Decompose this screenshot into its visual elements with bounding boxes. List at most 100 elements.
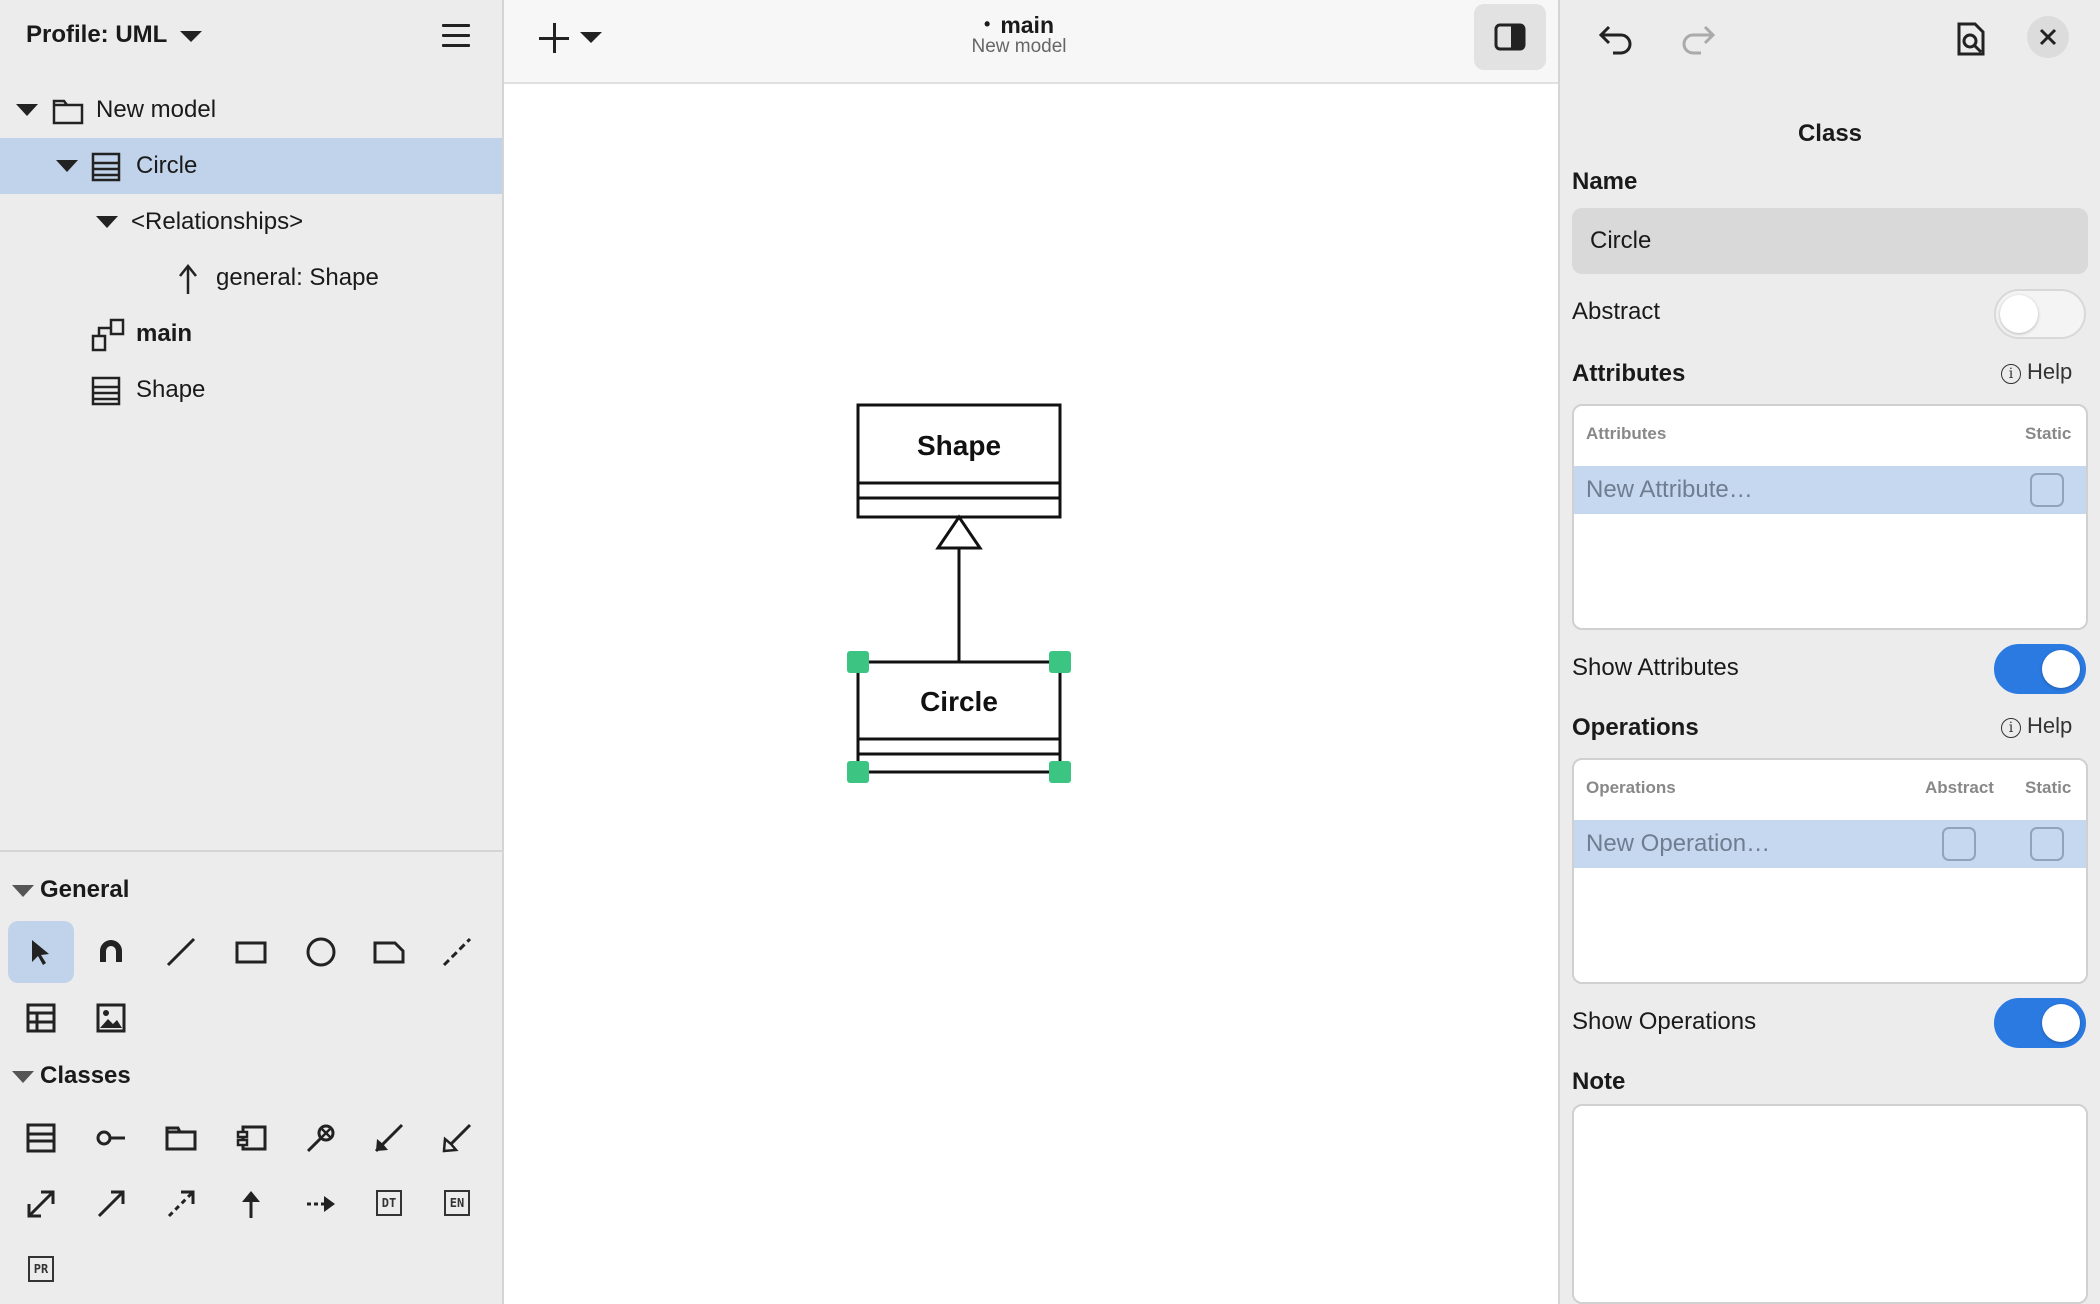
close-button[interactable] (2027, 16, 2069, 58)
new-operation-row[interactable]: New Operation… (1574, 820, 2086, 868)
class-icon (91, 376, 121, 406)
column-header-static: Static (2025, 778, 2072, 797)
package-tool[interactable] (148, 1107, 214, 1169)
comment-tool[interactable] (356, 921, 422, 983)
dependency-tool[interactable] (148, 1173, 214, 1235)
palette-section-classes[interactable]: Classes (12, 1062, 131, 1090)
ellipse-tool[interactable] (288, 921, 354, 983)
show-operations-toggle[interactable] (1994, 998, 2086, 1048)
toggle-properties-panel-button[interactable] (1474, 4, 1546, 70)
chevron-down-icon[interactable] (580, 32, 602, 43)
diagram-canvas[interactable]: Shape Circle (504, 84, 1558, 1304)
static-checkbox[interactable] (2030, 473, 2064, 507)
component-tool[interactable] (218, 1107, 284, 1169)
properties-panel: Class Name Abstract Attributes i Help Att… (1558, 0, 2100, 1304)
directed-association-tool[interactable] (78, 1173, 144, 1235)
arrow-icon (97, 1190, 125, 1218)
data-type-tool[interactable]: DT (356, 1173, 422, 1235)
show-attributes-toggle[interactable] (1994, 644, 2086, 694)
comment-line-tool[interactable] (424, 921, 490, 983)
abstract-toggle[interactable] (1994, 289, 2086, 339)
required-interface-icon (306, 1124, 335, 1153)
folder-icon (52, 99, 84, 125)
tree-label: <Relationships> (131, 208, 304, 235)
info-icon: i (2001, 364, 2021, 384)
redo-button[interactable] (1674, 14, 1724, 64)
resize-handle-top-right[interactable] (1049, 651, 1071, 673)
tree-item-generalization[interactable]: general: Shape (0, 250, 502, 306)
tree-item-circle[interactable]: Circle (0, 138, 502, 194)
diagram-icon (91, 318, 125, 352)
hamburger-menu-icon[interactable] (440, 22, 472, 50)
comment-icon (373, 941, 405, 964)
note-textarea[interactable] (1572, 1104, 2088, 1304)
association-tool[interactable] (8, 1173, 74, 1235)
interface-icon (96, 1130, 125, 1146)
image-icon (96, 1003, 126, 1033)
collapse-caret-icon[interactable] (12, 884, 34, 897)
name-label: Name (1572, 168, 1638, 195)
table-tool[interactable] (8, 987, 74, 1049)
class-name-input[interactable] (1572, 208, 2088, 274)
tree-item-shape[interactable]: Shape (0, 362, 502, 418)
generalization-connector[interactable] (935, 514, 983, 662)
interface-realization-tool[interactable] (288, 1173, 354, 1235)
pointer-arrow-icon (32, 940, 49, 965)
generalization-tool[interactable] (218, 1173, 284, 1235)
model-name: New model (971, 36, 1067, 57)
class-circle[interactable]: Circle (856, 660, 1062, 774)
pointer-tool[interactable] (8, 921, 74, 983)
resize-handle-top-left[interactable] (847, 651, 869, 673)
diagram-canvas-area: • main New model Shape Circle (504, 0, 1558, 1304)
profile-bar: Profile: UML (0, 0, 502, 76)
expand-caret-icon[interactable] (16, 104, 38, 116)
expand-caret-icon[interactable] (96, 216, 118, 228)
attributes-help-link[interactable]: i Help (2001, 359, 2072, 385)
column-header-operations: Operations (1586, 778, 1676, 797)
tree-label: Shape (136, 376, 206, 403)
primitive-type-tool[interactable]: PR (8, 1239, 74, 1301)
class-shape[interactable]: Shape (856, 403, 1062, 519)
aggregation-tool[interactable] (424, 1107, 490, 1169)
undo-button[interactable] (1590, 14, 1640, 64)
image-tool[interactable] (78, 987, 144, 1049)
class-tool[interactable] (8, 1107, 74, 1169)
interface-tool[interactable] (78, 1107, 144, 1169)
tree-item-new-model[interactable]: New model (0, 82, 502, 138)
profile-selector[interactable]: Profile: UML (26, 21, 167, 49)
class-name: Circle (920, 686, 998, 717)
aggregation-icon (442, 1123, 472, 1153)
tree-item-main[interactable]: main (0, 306, 502, 362)
diagram-name: main (1000, 12, 1054, 38)
expand-caret-icon[interactable] (56, 160, 78, 172)
new-attribute-row[interactable]: New Attribute… (1574, 466, 2086, 514)
enumeration-tool[interactable]: EN (424, 1173, 490, 1235)
close-icon (2039, 28, 2057, 46)
collapse-caret-icon[interactable] (12, 1070, 34, 1083)
tree-label: New model (96, 96, 217, 123)
tree-label: main (136, 320, 193, 347)
static-checkbox[interactable] (2030, 827, 2064, 861)
abstract-checkbox[interactable] (1942, 827, 1976, 861)
composition-tool[interactable] (356, 1107, 422, 1169)
new-operation-placeholder[interactable]: New Operation… (1586, 830, 1770, 858)
magnet-tool[interactable] (78, 921, 144, 983)
rectangle-tool[interactable] (218, 921, 284, 983)
tree-label: general: Shape (216, 264, 379, 291)
resize-handle-bottom-left[interactable] (847, 761, 869, 783)
enumeration-icon: EN (444, 1190, 470, 1216)
properties-title: Class (1797, 120, 1863, 147)
operations-help-link[interactable]: i Help (2001, 713, 2072, 739)
line-tool[interactable] (148, 921, 214, 983)
required-interface-tool[interactable] (288, 1107, 354, 1169)
sidebar-panel-icon (1494, 23, 1526, 51)
operations-list: Operations Abstract Static New Operation… (1572, 758, 2088, 984)
resize-handle-bottom-right[interactable] (1049, 761, 1071, 783)
tree-item-relationships[interactable]: <Relationships> (0, 194, 502, 250)
add-icon[interactable] (534, 18, 574, 58)
column-header-attributes: Attributes (1586, 424, 1667, 443)
find-in-model-button[interactable] (1946, 14, 1996, 64)
chevron-down-icon[interactable] (180, 31, 202, 42)
new-attribute-placeholder[interactable]: New Attribute… (1586, 476, 1753, 504)
palette-section-general[interactable]: General (12, 876, 129, 904)
